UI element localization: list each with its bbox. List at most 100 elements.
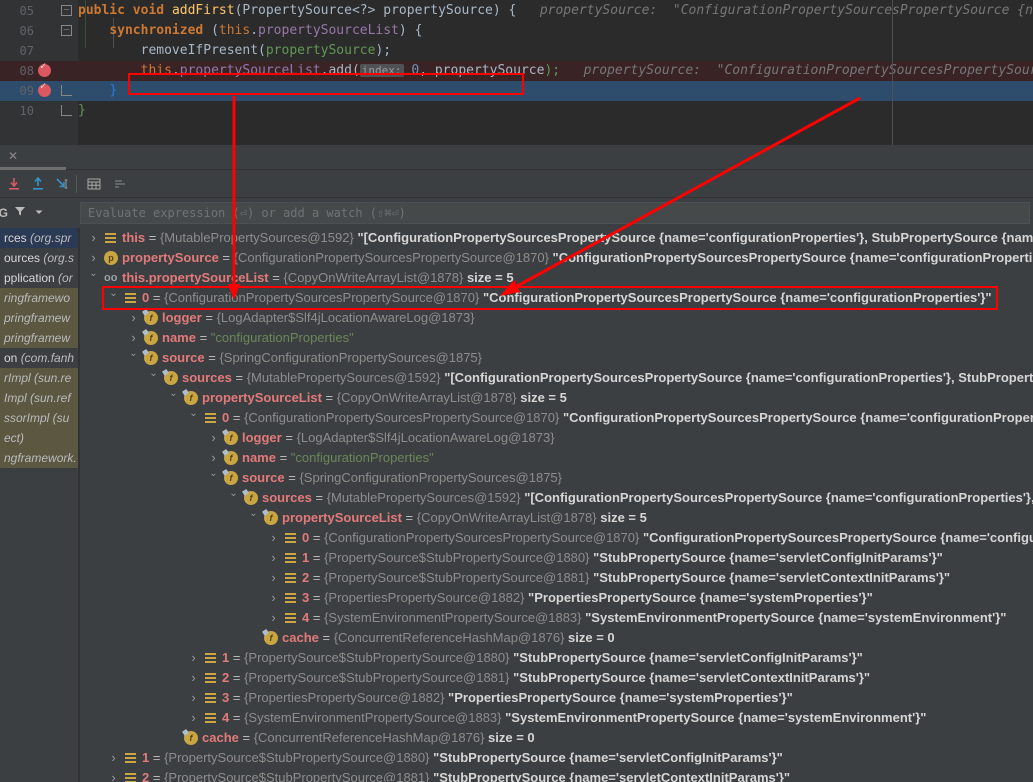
tree-row[interactable]: fpropertySourceList = {CopyOnWriteArrayL…	[80, 388, 1033, 408]
fold-collapse-icon[interactable]: –	[61, 25, 72, 36]
tree-expand-arrow-closed[interactable]	[88, 248, 99, 268]
tree-expand-arrow-open[interactable]	[148, 368, 159, 388]
tree-expand-arrow-open[interactable]	[228, 488, 239, 508]
code-line[interactable]: 10}	[0, 101, 1033, 121]
variables-tree[interactable]: this = {MutablePropertySources@1592} "[C…	[80, 228, 1033, 782]
frame-list-item[interactable]: ringframewo	[0, 288, 78, 308]
tree-row[interactable]: fsource = {SpringConfigurationPropertySo…	[80, 348, 1033, 368]
frame-list-item[interactable]: ect)	[0, 428, 78, 448]
tree-expand-arrow-closed[interactable]	[188, 648, 199, 668]
tree-row[interactable]: 0 = {ConfigurationPropertySourcesPropert…	[80, 408, 1033, 428]
tree-expand-arrow-closed[interactable]	[108, 748, 119, 768]
tree-expand-arrow-closed[interactable]	[208, 428, 219, 448]
tree-row[interactable]: flogger = {LogAdapter$Slf4jLocationAware…	[80, 428, 1033, 448]
tree-row[interactable]: 2 = {PropertySource$StubPropertySource@1…	[80, 768, 1033, 782]
frame-list-item[interactable]: on (com.fanh	[0, 348, 78, 368]
tree-row[interactable]: f cache = {ConcurrentReferenceHashMap@187…	[80, 728, 1033, 748]
code-token: void	[132, 3, 172, 18]
tree-row[interactable]: 0 = {ConfigurationPropertySourcesPropert…	[80, 528, 1033, 548]
tree-row[interactable]: fsources = {MutablePropertySources@1592}…	[80, 368, 1033, 388]
frame-list-item[interactable]: rces (org.spr	[0, 228, 78, 248]
tree-expand-arrow-closed[interactable]	[188, 708, 199, 728]
evaluate-expression-input[interactable]: Evaluate expression (⏎) or add a watch (…	[80, 202, 1030, 224]
tree-row[interactable]: this = {MutablePropertySources@1592} "[C…	[80, 228, 1033, 248]
frame-list-item[interactable]: ources (org.s	[0, 248, 78, 268]
tree-row[interactable]: 3 = {PropertiesPropertySource@1882} "Pro…	[80, 588, 1033, 608]
tree-expand-arrow-closed[interactable]	[208, 448, 219, 468]
tree-expand-arrow-closed[interactable]	[268, 548, 279, 568]
step-over-icon[interactable]	[4, 174, 24, 194]
tree-expand-arrow-closed[interactable]	[188, 688, 199, 708]
frame-list-item[interactable]: pringframew	[0, 308, 78, 328]
variable-reference: {PropertySource$StubPropertySource@1881}	[244, 670, 510, 685]
fold-collapse-icon[interactable]: –	[61, 5, 72, 16]
tree-expand-arrow-open[interactable]	[188, 408, 199, 428]
frame-list-item[interactable]: rImpl (sun.re	[0, 368, 78, 388]
tree-row[interactable]: 1 = {PropertySource$StubPropertySource@1…	[80, 648, 1033, 668]
tree-expand-arrow-closed[interactable]	[188, 668, 199, 688]
tree-row[interactable]: f cache = {ConcurrentReferenceHashMap@187…	[80, 628, 1033, 648]
tree-row[interactable]: fpropertySourceList = {CopyOnWriteArrayL…	[80, 508, 1033, 528]
frame-list-item[interactable]: Impl (sun.ref	[0, 388, 78, 408]
tree-expand-arrow-open[interactable]	[128, 348, 139, 368]
code-token: (	[258, 43, 266, 58]
chevron-down-icon[interactable]	[34, 204, 44, 222]
tree-expand-arrow-open[interactable]	[208, 468, 219, 488]
code-line[interactable]: 07 removeIfPresent(propertySource);	[0, 41, 1033, 61]
tree-row[interactable]: 2 = {PropertySource$StubPropertySource@1…	[80, 568, 1033, 588]
fold-end-icon[interactable]	[61, 85, 72, 96]
tree-expand-arrow-open[interactable]	[88, 268, 99, 288]
tree-expand-arrow-closed[interactable]	[268, 528, 279, 548]
code-token: public	[78, 3, 133, 18]
line-number: 07	[19, 44, 34, 58]
collection-size: size = 0	[484, 730, 535, 745]
frame-list-item[interactable]: pringframew	[0, 328, 78, 348]
tree-expand-arrow-open[interactable]	[108, 288, 119, 308]
tree-expand-arrow-closed[interactable]	[108, 768, 119, 782]
variable-reference: {SpringConfigurationPropertySources@1875…	[299, 470, 562, 485]
tree-row[interactable]: 1 = {PropertySource$StubPropertySource@1…	[80, 748, 1033, 768]
step-into-icon[interactable]	[52, 174, 72, 194]
frame-list-item[interactable]: ssorImpl (su	[0, 408, 78, 428]
field-icon: f	[164, 368, 178, 388]
tree-expand-arrow-closed[interactable]	[268, 608, 279, 628]
tree-row[interactable]: 0 = {ConfigurationPropertySourcesPropert…	[80, 288, 1033, 308]
tree-expand-arrow-closed[interactable]	[88, 228, 99, 248]
tree-expand-arrow-open[interactable]	[168, 388, 179, 408]
tree-row[interactable]: 1 = {PropertySource$StubPropertySource@1…	[80, 548, 1033, 568]
code-line[interactable]: 08 this.propertySourceList.add(index: 0,…	[0, 60, 1033, 81]
breakpoint-icon[interactable]	[38, 60, 51, 77]
tree-row[interactable]: fname = "configurationProperties"	[80, 328, 1033, 348]
step-out-icon[interactable]	[28, 174, 48, 194]
table-view-icon[interactable]	[84, 174, 104, 194]
tree-expand-arrow-open[interactable]	[248, 508, 259, 528]
tree-row[interactable]: ppropertySource = {ConfigurationProperty…	[80, 248, 1033, 268]
tree-row[interactable]: 2 = {PropertySource$StubPropertySource@1…	[80, 668, 1033, 688]
tree-row[interactable]: 4 = {SystemEnvironmentPropertySource@188…	[80, 708, 1033, 728]
filter-icon[interactable]	[14, 204, 26, 222]
sort-icon[interactable]	[110, 174, 130, 194]
breakpoint-icon[interactable]	[38, 80, 51, 97]
tree-row[interactable]: 4 = {SystemEnvironmentPropertySource@188…	[80, 608, 1033, 628]
tree-expand-arrow-closed[interactable]	[268, 588, 279, 608]
code-line[interactable]: 05 – public void addFirst(PropertySource<?…	[0, 1, 1033, 21]
tree-row[interactable]: fname = "configurationProperties"	[80, 448, 1033, 468]
close-icon[interactable]: ✕	[6, 149, 20, 163]
code-line[interactable]: 06 – synchronized (this.propertySourceLis…	[0, 21, 1033, 41]
code-editor[interactable]: 05– public void addFirst(PropertySource<?…	[0, 0, 1033, 145]
fold-end-icon[interactable]	[61, 105, 72, 116]
frame-list-item[interactable]: pplication (or	[0, 268, 78, 288]
code-line[interactable]: 09 }	[0, 80, 1033, 101]
tree-expand-arrow-closed[interactable]	[128, 308, 139, 328]
frame-list-item[interactable]: ngframework.	[0, 448, 78, 468]
line-number: 05	[19, 4, 34, 18]
tree-row[interactable]: oo this.propertySourceList = {CopyOnWrite…	[80, 268, 1033, 288]
variable-reference: {PropertySource$StubPropertySource@1881}	[324, 570, 590, 585]
tree-row[interactable]: 3 = {PropertiesPropertySource@1882} "Pro…	[80, 688, 1033, 708]
tree-row[interactable]: fsources = {MutablePropertySources@1592}…	[80, 488, 1033, 508]
frames-list[interactable]: rces (org.spr ources (org.s pplication (or…	[0, 228, 78, 782]
tree-expand-arrow-closed[interactable]	[268, 568, 279, 588]
tree-row[interactable]: fsource = {SpringConfigurationPropertySo…	[80, 468, 1033, 488]
tree-row[interactable]: flogger = {LogAdapter$Slf4jLocationAware…	[80, 308, 1033, 328]
tree-expand-arrow-closed[interactable]	[128, 328, 139, 348]
